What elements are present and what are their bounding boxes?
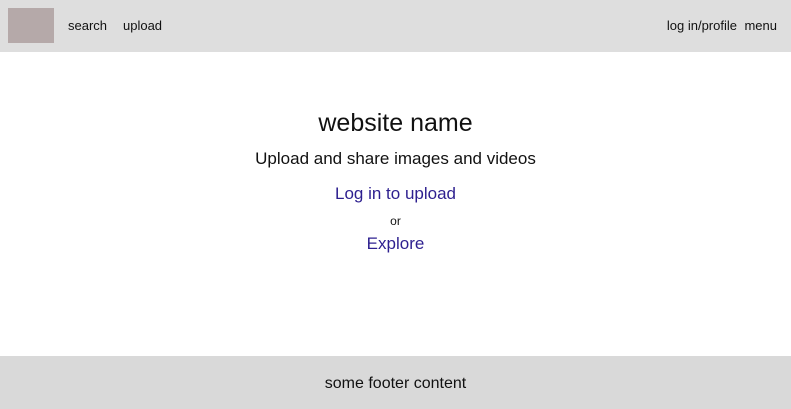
explore-link-row: Explore <box>0 234 791 254</box>
login-link-row: Log in to upload <box>0 184 791 204</box>
page: search upload log in/profile menu websit… <box>0 0 791 409</box>
footer-text: some footer content <box>324 375 467 392</box>
menu-link[interactable]: menu <box>744 18 777 34</box>
explore-link[interactable]: Explore <box>367 234 425 253</box>
or-separator-text: or <box>390 214 401 228</box>
site-logo[interactable] <box>8 8 54 43</box>
login-profile-link[interactable]: log in/profile <box>667 18 737 34</box>
top-navigation-bar: search upload log in/profile menu <box>0 0 791 52</box>
upload-link[interactable]: upload <box>123 18 162 34</box>
search-link[interactable]: search <box>68 18 107 34</box>
page-footer: some footer content <box>0 356 791 409</box>
hero-section: website name Upload and share images and… <box>0 52 791 356</box>
website-tagline: Upload and share images and videos <box>255 149 536 168</box>
website-title: website name <box>318 109 473 137</box>
login-to-upload-link[interactable]: Log in to upload <box>335 184 456 203</box>
